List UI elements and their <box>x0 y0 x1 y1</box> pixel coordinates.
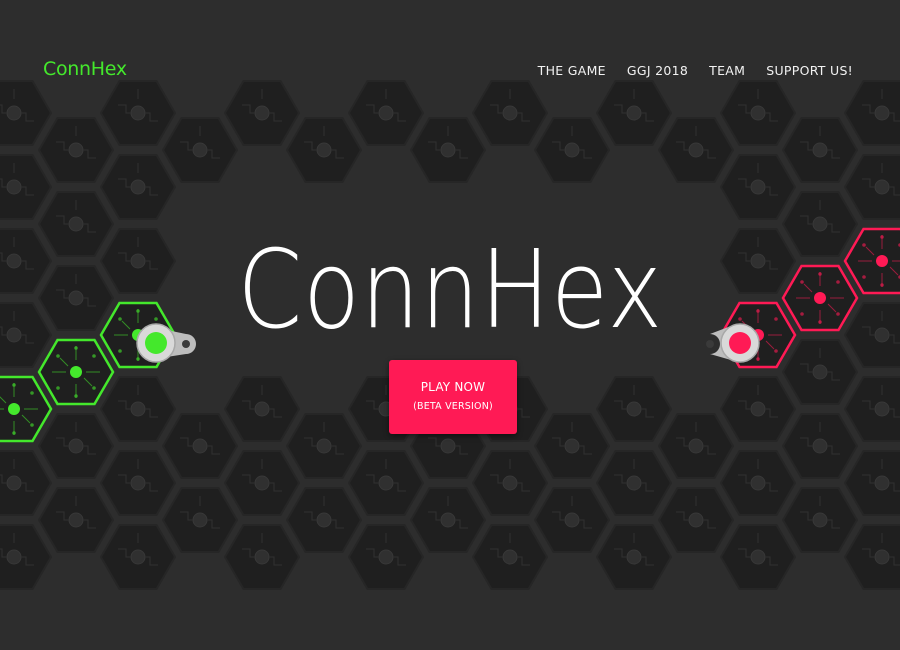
hex-tile <box>595 524 673 590</box>
hex-tile <box>347 524 425 590</box>
hex-tile <box>285 117 363 183</box>
hex-tile <box>223 524 301 590</box>
hex-tile <box>161 487 239 553</box>
hex-tile <box>37 413 115 479</box>
hex-tile <box>719 524 797 590</box>
hex-tile <box>409 487 487 553</box>
hex-tile <box>719 450 797 516</box>
hex-tile <box>285 487 363 553</box>
hex-tile <box>0 154 53 220</box>
hex-tile <box>471 450 549 516</box>
player-hex-tile <box>843 227 900 295</box>
hex-tile <box>533 413 611 479</box>
hex-tile <box>409 117 487 183</box>
beta-version-label: (BETA VERSION) <box>413 401 493 412</box>
top-navigation-bar: ConnHex THE GAME GGJ 2018 TEAM SUPPORT U… <box>0 0 900 120</box>
hex-tile <box>595 450 673 516</box>
hex-tile <box>37 117 115 183</box>
hex-tile <box>0 450 53 516</box>
hex-tile <box>719 376 797 442</box>
hex-tile <box>99 450 177 516</box>
hex-tile <box>781 487 859 553</box>
logo[interactable]: ConnHex <box>43 58 127 80</box>
nav-link-the-game[interactable]: THE GAME <box>538 63 606 78</box>
hex-tile <box>99 154 177 220</box>
hex-tile <box>843 524 900 590</box>
hex-tile <box>719 154 797 220</box>
hex-tile <box>161 117 239 183</box>
hex-tile <box>843 376 900 442</box>
landing-page: ConnHex THE GAME GGJ 2018 TEAM SUPPORT U… <box>0 0 900 650</box>
hero-title: ConnHex <box>237 228 664 353</box>
hex-tile <box>99 376 177 442</box>
hex-tile <box>223 376 301 442</box>
hex-tile <box>843 302 900 368</box>
hex-tile <box>657 117 735 183</box>
hex-tile <box>657 487 735 553</box>
hex-tile <box>99 524 177 590</box>
hex-tile <box>595 376 673 442</box>
hex-tile <box>285 413 363 479</box>
player-hex-tile <box>0 375 53 443</box>
hex-tile <box>657 413 735 479</box>
hex-tile <box>843 154 900 220</box>
hex-tile <box>781 413 859 479</box>
hex-tile <box>533 487 611 553</box>
hex-tile <box>843 450 900 516</box>
hex-tile <box>533 117 611 183</box>
hex-tile <box>161 413 239 479</box>
nav-link-support-us[interactable]: SUPPORT US! <box>766 63 853 78</box>
nav-link-ggj-2018[interactable]: GGJ 2018 <box>627 63 688 78</box>
hex-tile <box>347 450 425 516</box>
hex-tile <box>0 524 53 590</box>
nav-link-team[interactable]: TEAM <box>709 63 745 78</box>
main-nav: THE GAME GGJ 2018 TEAM SUPPORT US! <box>538 63 853 78</box>
hex-tile <box>471 524 549 590</box>
hex-tile <box>781 117 859 183</box>
play-now-button[interactable]: PLAY NOW (BETA VERSION) <box>389 360 517 434</box>
hex-tile <box>37 487 115 553</box>
hex-tile <box>0 302 53 368</box>
hex-tile <box>0 228 53 294</box>
hex-tile <box>223 450 301 516</box>
play-now-label: PLAY NOW <box>420 380 486 394</box>
